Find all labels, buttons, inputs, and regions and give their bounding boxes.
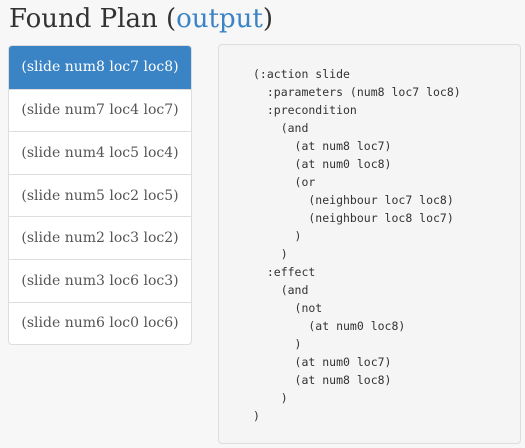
action-definition-panel: (:action slide :parameters (num8 loc7 lo… bbox=[218, 44, 521, 444]
plan-action-item-4[interactable]: (slide num5 loc2 loc5) bbox=[9, 173, 191, 217]
paren-open: ( bbox=[166, 4, 177, 34]
plan-action-item-7[interactable]: (slide num6 loc0 loc6) bbox=[9, 301, 191, 345]
page-title-text: Found Plan bbox=[9, 4, 158, 34]
plan-action-list: (slide num8 loc7 loc8) (slide num7 loc4 … bbox=[8, 45, 192, 346]
paren-close: ) bbox=[262, 4, 273, 34]
plan-action-item-1[interactable]: (slide num8 loc7 loc8) bbox=[9, 46, 191, 89]
output-link[interactable]: output bbox=[176, 4, 263, 34]
plan-action-item-5[interactable]: (slide num2 loc3 loc2) bbox=[9, 216, 191, 259]
page-title: Found Plan (output) bbox=[9, 2, 273, 36]
plan-action-item-6[interactable]: (slide num3 loc6 loc3) bbox=[9, 258, 191, 302]
action-definition-code: (:action slide :parameters (num8 loc7 lo… bbox=[253, 67, 461, 423]
plan-action-item-3[interactable]: (slide num4 loc5 loc4) bbox=[9, 131, 191, 174]
plan-action-item-2[interactable]: (slide num7 loc4 loc7) bbox=[9, 88, 191, 132]
